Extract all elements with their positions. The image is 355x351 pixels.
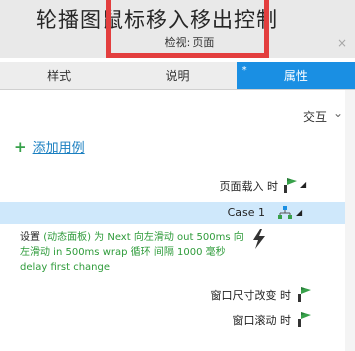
highlight-box	[106, 0, 269, 58]
action-item[interactable]: 设置 (动态面板) 为 Next 向左滑动 out 500ms 向左滑动 in …	[20, 229, 340, 284]
event-row-window-resize[interactable]: 窗口尺寸改变 时	[0, 283, 345, 305]
add-case-label: 添加用例	[32, 141, 85, 156]
add-case-link[interactable]: + 添加用例	[14, 137, 85, 157]
close-icon[interactable]: ×	[337, 36, 347, 50]
flag-icon	[298, 312, 311, 327]
interaction-panel: 交互 ⌄ + 添加用例 ◢ 页面载入 时 ◢ Case 1 设置 (动态面板) …	[0, 90, 355, 351]
action-verb: 设置	[20, 232, 44, 243]
flag-icon	[284, 178, 297, 193]
tab-style[interactable]: 样式	[0, 62, 118, 89]
plus-icon: +	[14, 137, 27, 156]
scrollbar[interactable]	[345, 90, 355, 351]
panel-tabs: 样式 说明 * 属性	[0, 62, 355, 90]
case-label: Case 1	[227, 206, 265, 219]
modified-marker: *	[241, 65, 247, 76]
event-row-window-scroll[interactable]: 窗口滚动 时	[0, 308, 345, 330]
tab-notes[interactable]: 说明	[118, 62, 236, 89]
case-row[interactable]: ◢ Case 1	[0, 202, 345, 224]
interaction-section-header[interactable]: 交互 ⌄	[0, 106, 345, 124]
section-title: 交互	[302, 110, 327, 124]
tab-properties[interactable]: * 属性	[236, 62, 355, 89]
event-label: 窗口尺寸改变 时	[210, 289, 292, 302]
lightning-icon	[253, 229, 265, 249]
flag-icon	[298, 287, 311, 302]
action-detail: (动态面板) 为 Next 向左滑动 out 500ms 向左滑动 in 500…	[20, 232, 244, 273]
event-row-page-load[interactable]: ◢ 页面载入 时	[0, 174, 345, 196]
action-description: 设置 (动态面板) 为 Next 向左滑动 out 500ms 向左滑动 in …	[20, 230, 246, 275]
collapse-triangle-icon[interactable]: ◢	[300, 180, 306, 189]
collapse-triangle-icon[interactable]: ◢	[296, 208, 302, 217]
event-label: 页面载入 时	[219, 180, 279, 193]
case-tree-icon	[278, 206, 292, 219]
chevron-down-icon: ⌄	[332, 106, 343, 120]
event-label: 窗口滚动 时	[232, 314, 292, 327]
